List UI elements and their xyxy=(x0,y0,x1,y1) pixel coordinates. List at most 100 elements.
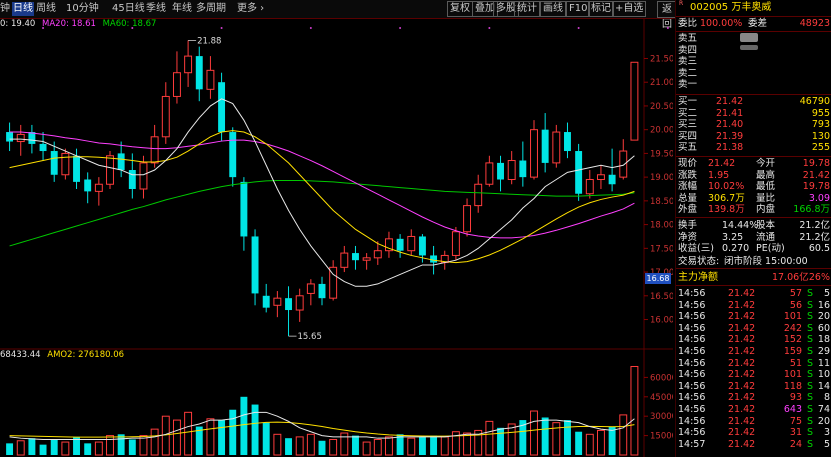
tool-button-6[interactable]: 标记 xyxy=(588,1,614,17)
divider xyxy=(676,217,831,218)
candle[interactable] xyxy=(161,82,170,144)
candle[interactable] xyxy=(195,46,203,102)
candle-body xyxy=(352,253,359,261)
candle[interactable] xyxy=(474,174,483,213)
candle[interactable] xyxy=(273,291,282,318)
tab-period-5[interactable]: 季线 xyxy=(146,2,166,16)
candle-body xyxy=(295,295,304,311)
candle[interactable] xyxy=(295,288,304,322)
volume-bar xyxy=(106,435,114,456)
candle[interactable] xyxy=(585,170,594,199)
candle[interactable] xyxy=(306,279,315,306)
volume-bar xyxy=(218,420,226,455)
candle[interactable] xyxy=(507,151,516,185)
candle[interactable] xyxy=(318,276,326,306)
tab-period-1[interactable]: 日线 xyxy=(12,2,34,16)
candle[interactable] xyxy=(94,177,103,206)
candle[interactable] xyxy=(229,127,237,187)
candle[interactable] xyxy=(396,234,404,258)
candle[interactable] xyxy=(206,56,215,99)
candle[interactable] xyxy=(630,61,639,141)
candle[interactable] xyxy=(530,120,538,180)
volume-ma-yellow xyxy=(9,421,635,438)
ma60-value: MA60: 18.67 xyxy=(102,19,157,29)
price-tick-label: 20.00 xyxy=(650,126,673,136)
candle[interactable] xyxy=(619,139,628,180)
candle[interactable] xyxy=(28,124,36,154)
candle[interactable] xyxy=(172,51,181,104)
candle-body xyxy=(530,129,538,178)
tab-period-4[interactable]: 45日线 xyxy=(112,2,145,16)
quote-cell: 21.42 xyxy=(728,288,756,299)
candle[interactable] xyxy=(608,148,616,192)
tab-period-2[interactable]: 周线 xyxy=(36,2,56,16)
candle[interactable] xyxy=(39,132,47,161)
candle[interactable] xyxy=(329,260,338,301)
quote-cell: 60.5 xyxy=(808,243,830,254)
kline-chart[interactable]: 21.50 21.00 20.50 20.00 19.50 19.00 18.50 18.00… xyxy=(0,18,673,457)
expand-button[interactable] xyxy=(740,45,758,50)
candle[interactable] xyxy=(340,245,349,273)
order-book-toggle[interactable] xyxy=(740,33,758,42)
quote-cell: 21.39 xyxy=(716,130,744,142)
quote-cell: 股本 xyxy=(756,220,776,231)
candle-body xyxy=(340,252,349,268)
candle[interactable] xyxy=(240,177,248,251)
tab-period-8[interactable]: 更多 › xyxy=(237,2,264,16)
candle[interactable] xyxy=(16,124,25,156)
candle[interactable] xyxy=(362,253,371,270)
tool-button-7[interactable]: +自选 xyxy=(612,1,647,17)
quote-cell: 14:56 xyxy=(678,346,706,357)
buy-level-row: 买二 21.41 955 xyxy=(676,108,831,120)
volume-value: 68433.44 xyxy=(0,350,41,360)
quote-cell: 31 xyxy=(789,427,802,439)
candle[interactable] xyxy=(575,143,583,201)
candle[interactable] xyxy=(552,124,561,168)
candle-body xyxy=(474,183,483,207)
price-tick-label: 19.00 xyxy=(650,173,673,183)
quote-cell: 21.42 xyxy=(708,158,736,169)
candle[interactable] xyxy=(407,229,416,256)
candle[interactable] xyxy=(541,113,549,173)
candle[interactable] xyxy=(106,151,114,189)
candle[interactable] xyxy=(262,283,270,313)
candle[interactable] xyxy=(596,165,605,189)
candle[interactable] xyxy=(497,155,504,192)
candle[interactable] xyxy=(285,286,292,337)
candle[interactable] xyxy=(84,172,92,204)
candle[interactable] xyxy=(519,141,527,187)
quote-cell: 19.78 xyxy=(802,158,830,169)
tool-button-4[interactable]: 画线 xyxy=(540,1,566,17)
candle[interactable] xyxy=(6,122,14,152)
candle[interactable] xyxy=(218,72,226,142)
quote-cell: 0.270 xyxy=(722,243,750,254)
tool-button-0[interactable]: 复权 xyxy=(447,1,473,17)
close-icon[interactable]: 返回 xyxy=(657,1,677,30)
tool-button-3[interactable]: 统计 xyxy=(514,1,540,17)
tab-period-0[interactable]: 钟 xyxy=(0,2,10,16)
candle[interactable] xyxy=(564,122,571,159)
candle[interactable] xyxy=(184,40,193,87)
candle[interactable] xyxy=(61,148,70,180)
stock-title[interactable]: 002005 万丰奥威 xyxy=(690,2,771,14)
quote-cell: 17.06亿 xyxy=(772,272,809,283)
tab-period-6[interactable]: 年线 xyxy=(172,2,192,16)
candle[interactable] xyxy=(251,229,259,306)
candle[interactable] xyxy=(440,250,449,270)
quote-cell: 14 xyxy=(817,380,830,392)
quote-cell: 14:56 xyxy=(678,415,706,427)
candle[interactable] xyxy=(384,231,393,258)
tab-period-7[interactable]: 多周期 xyxy=(196,2,226,16)
candle[interactable] xyxy=(485,155,494,187)
tick-row: 14:57 21.42 24 S 5 xyxy=(676,439,831,451)
candle-body xyxy=(106,155,114,185)
quote-cell: S xyxy=(806,404,813,415)
tab-period-3[interactable]: 10分钟 xyxy=(66,2,99,16)
volume-bar xyxy=(161,415,170,456)
candle[interactable] xyxy=(352,245,359,270)
candle-body xyxy=(262,295,270,308)
candle[interactable] xyxy=(463,198,472,237)
volume-tick-label: 15000 xyxy=(650,432,673,442)
quote-cell: 21.42 xyxy=(716,96,744,107)
tool-button-5[interactable]: F10 xyxy=(566,1,591,17)
